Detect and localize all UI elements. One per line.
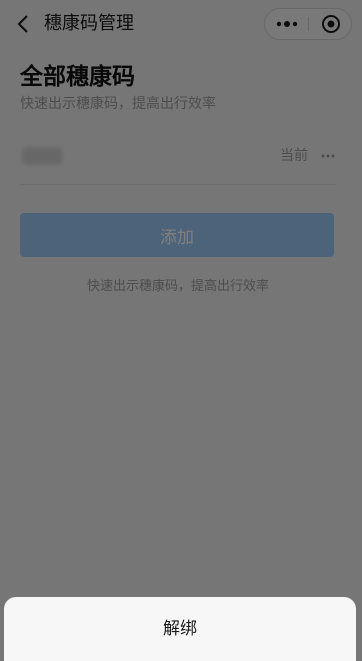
app-screen: 穗康码管理 全部穗康码 快速出示穗康码，提高出行效率 当前	[0, 0, 362, 661]
unbind-action-button[interactable]: 解绑	[4, 597, 356, 655]
modal-mask[interactable]	[0, 0, 362, 661]
action-sheet: 解绑	[4, 597, 356, 661]
